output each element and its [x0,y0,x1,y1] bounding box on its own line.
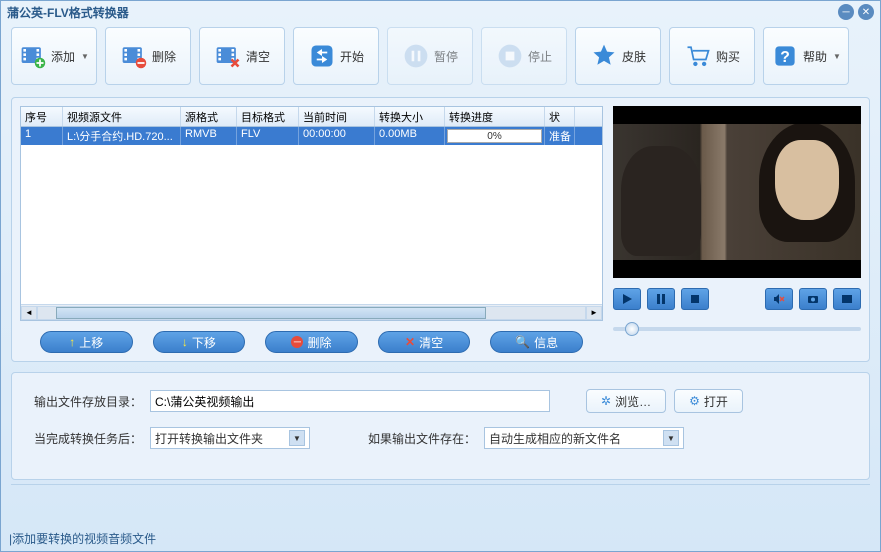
seek-slider[interactable] [613,320,861,338]
file-exists-label: 如果输出文件存在： [366,430,476,447]
status-bar: |添加要转换的视频音频文件 [9,530,156,547]
open-button[interactable]: ⚙打开 [674,389,743,413]
film-clear-icon [214,42,242,70]
help-button[interactable]: ? 帮助▼ [763,27,849,85]
chevron-down-icon: ▼ [81,52,89,61]
col-tgtfmt[interactable]: 目标格式 [237,107,299,126]
main-toolbar: 添加▼ 删除 清空 开始 暂停 停止 皮肤 购买 ? 帮助▼ [1,23,880,93]
file-exists-select[interactable]: 自动生成相应的新文件名▼ [484,427,684,449]
col-progress[interactable]: 转换进度 [445,107,545,126]
stop-icon [496,42,524,70]
after-convert-select[interactable]: 打开转换输出文件夹▼ [150,427,310,449]
play-icon [621,293,633,305]
play-button[interactable] [613,288,641,310]
output-dir-input[interactable] [150,390,550,412]
table-row[interactable]: 1 L:\分手合约.HD.720... RMVB FLV 00:00:00 0.… [21,127,602,145]
speaker-mute-icon [773,293,785,305]
window-title: 蒲公英-FLV格式转换器 [7,4,129,21]
after-convert-label: 当完成转换任务后： [32,430,142,447]
col-status[interactable]: 状 [545,107,575,126]
col-time[interactable]: 当前时间 [299,107,375,126]
snapshot-button[interactable] [799,288,827,310]
pause-icon [655,293,667,305]
chevron-down-icon: ▼ [833,52,841,61]
info-button[interactable]: 🔍信息 [490,331,583,353]
chevron-down-icon: ▼ [663,430,679,446]
pause-button[interactable]: 暂停 [387,27,473,85]
col-source[interactable]: 视频源文件 [63,107,181,126]
help-icon: ? [771,42,799,70]
pause-preview-button[interactable] [647,288,675,310]
col-index[interactable]: 序号 [21,107,63,126]
chevron-down-icon: ▼ [289,430,305,446]
svg-text:?: ? [780,49,790,66]
browse-button[interactable]: ✲浏览… [586,389,666,413]
col-srcfmt[interactable]: 源格式 [181,107,237,126]
stop-preview-button[interactable] [681,288,709,310]
skin-button[interactable]: 皮肤 [575,27,661,85]
move-up-button[interactable]: ↑上移 [40,331,133,353]
video-preview[interactable] [613,106,861,278]
close-icon[interactable]: ✕ [858,4,874,20]
cart-icon [684,42,712,70]
pause-icon [402,42,430,70]
fullscreen-button[interactable] [833,288,861,310]
add-button[interactable]: 添加▼ [11,27,97,85]
col-size[interactable]: 转换大小 [375,107,445,126]
stop-button[interactable]: 停止 [481,27,567,85]
film-add-icon [19,42,47,70]
delete-button[interactable]: ─删除 [265,331,358,353]
clear-list-button[interactable]: ✕清空 [378,331,471,353]
output-dir-label: 输出文件存放目录： [32,393,142,410]
gear-icon: ⚙ [689,394,700,408]
move-down-button[interactable]: ↓下移 [153,331,246,353]
file-table[interactable]: 序号 视频源文件 源格式 目标格式 当前时间 转换大小 转换进度 状 1 L:\… [20,106,603,321]
start-button[interactable]: 开始 [293,27,379,85]
clear-button[interactable]: 清空 [199,27,285,85]
film-remove-icon [120,42,148,70]
stop-icon [689,293,701,305]
buy-button[interactable]: 购买 [669,27,755,85]
mute-button[interactable] [765,288,793,310]
convert-icon [308,42,336,70]
camera-icon [807,293,819,305]
horizontal-scrollbar[interactable]: ◄► [21,304,602,320]
aperture-icon: ✲ [601,394,611,408]
remove-button[interactable]: 删除 [105,27,191,85]
progress-bar: 0% [447,129,542,143]
star-icon [590,42,618,70]
minimize-icon[interactable]: ─ [838,4,854,20]
fullscreen-icon [841,293,853,305]
